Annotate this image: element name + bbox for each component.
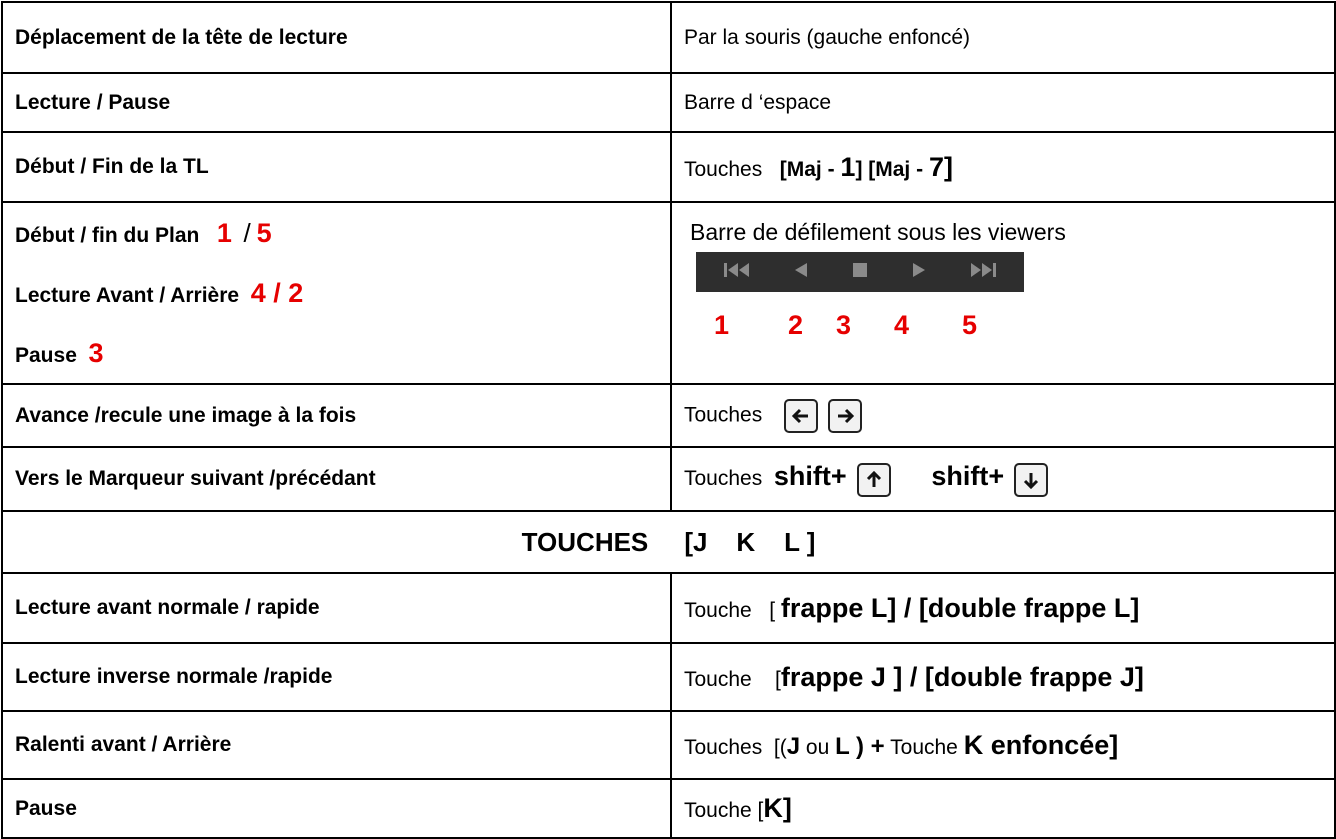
shift-text: shift+ <box>773 461 847 492</box>
number-label: 1 <box>714 310 730 340</box>
play-reverse-icon <box>794 260 808 284</box>
plan-line-2: Lecture Avant / Arrière 4 / 2 <box>15 278 304 308</box>
key-text: frappe J ] / [double frappe J] <box>780 661 1144 692</box>
play-forward-icon <box>912 260 926 284</box>
stop-icon <box>852 260 868 284</box>
shortcut-cell: Touches [Maj - 1] [Maj - 7] <box>670 131 1336 203</box>
table-row: Début / Fin de la TL Touches [Maj - 1] [… <box>1 131 1336 203</box>
table-row: Lecture inverse normale /rapide Touche [… <box>1 642 1336 712</box>
shortcut-cell: Touches <box>670 383 1336 448</box>
arrow-right-key-icon <box>827 398 862 433</box>
shortcut-cell: Barre d ‘espace <box>670 72 1336 133</box>
number-label: 5 <box>962 310 978 340</box>
key-number: 1 <box>840 151 856 182</box>
prefix-text: Touches <box>684 403 763 427</box>
key-text: [Maj - <box>779 157 841 181</box>
action-cell: Début / fin du Plan 1 / 5 Lecture Avant … <box>1 201 672 385</box>
arrow-down-key-icon <box>1013 462 1048 497</box>
go-to-end-icon <box>970 260 996 284</box>
prefix-text: Touches <box>684 157 763 181</box>
shortcut-table: Déplacement de la tête de lecture Par la… <box>1 1 1336 839</box>
shortcut-cell: Touche [K] <box>670 778 1336 839</box>
action-cell: Vers le Marqueur suivant /précédant <box>1 446 672 512</box>
plan-line-3: Pause 3 <box>15 338 104 368</box>
shortcut-cell: Barre de défilement sous les viewers 1 2… <box>670 201 1336 385</box>
key-text: K] <box>763 793 792 823</box>
key-text: frappe L] / [double frappe L] <box>780 592 1140 623</box>
action-cell: Avance /recule une image à la fois <box>1 383 672 448</box>
shift-text: shift+ <box>931 461 1005 492</box>
action-cell: Ralenti avant / Arrière <box>1 710 672 780</box>
go-to-start-icon <box>724 260 750 284</box>
key-text: ] <box>943 151 953 182</box>
shortcut-cell: Touche [ frappe L] / [double frappe L] <box>670 572 1336 644</box>
number-label: 2 <box>788 310 804 340</box>
key-number: 7 <box>928 151 944 182</box>
transport-numbers: 1 2 3 4 5 <box>714 310 1333 340</box>
arrow-left-key-icon <box>783 398 818 433</box>
prefix-text: Touches <box>684 467 763 491</box>
table-row: TOUCHES [J K L ] <box>1 510 1336 574</box>
viewer-transport-bar <box>696 252 1024 292</box>
shortcut-cell: Touches shift+ shift+ <box>670 446 1336 512</box>
action-cell: Lecture avant normale / rapide <box>1 572 672 644</box>
action-cell: Lecture inverse normale /rapide <box>1 642 672 712</box>
shortcut-cell: Touches [(J ou L ) + Touche K enfoncée] <box>670 710 1336 780</box>
shortcut-cell: Touche [frappe J ] / [double frappe J] <box>670 642 1336 712</box>
action-cell: Lecture / Pause <box>1 72 672 133</box>
action-cell: Pause <box>1 778 672 839</box>
table-row: Ralenti avant / Arrière Touches [(J ou L… <box>1 710 1336 780</box>
action-cell: Début / Fin de la TL <box>1 131 672 203</box>
table-row: Déplacement de la tête de lecture Par la… <box>1 1 1336 74</box>
action-cell: Déplacement de la tête de lecture <box>1 1 672 74</box>
shortcut-cell: Par la souris (gauche enfoncé) <box>670 1 1336 74</box>
arrow-up-key-icon <box>856 462 891 497</box>
plan-line-1: Début / fin du Plan 1 / 5 <box>15 218 272 248</box>
table-row: Lecture / Pause Barre d ‘espace <box>1 72 1336 133</box>
table-row: Pause Touche [K] <box>1 778 1336 839</box>
table-row: Avance /recule une image à la fois Touch… <box>1 383 1336 448</box>
number-label: 3 <box>836 310 852 340</box>
table-row: Lecture avant normale / rapide Touche [ … <box>1 572 1336 644</box>
table-row: Vers le Marqueur suivant /précédant Touc… <box>1 446 1336 512</box>
scrollbar-caption: Barre de défilement sous les viewers <box>690 219 1066 245</box>
key-text: ] [Maj - <box>855 157 929 181</box>
table-row: Début / fin du Plan 1 / 5 Lecture Avant … <box>1 201 1336 385</box>
number-label: 4 <box>894 310 910 340</box>
jkl-header: TOUCHES [J K L ] <box>1 510 1336 574</box>
